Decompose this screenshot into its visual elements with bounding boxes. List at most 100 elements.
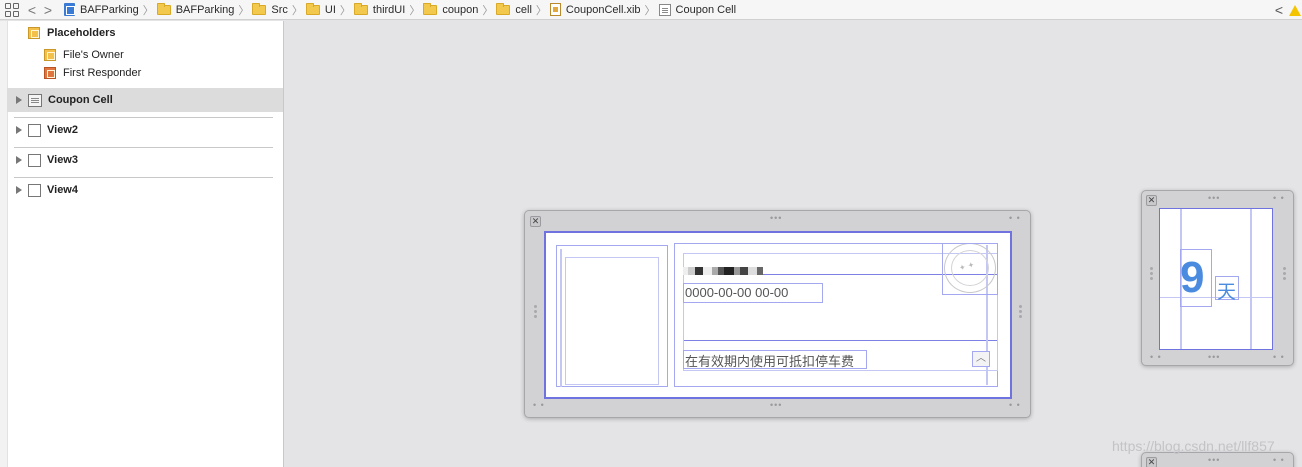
view-icon bbox=[28, 153, 41, 167]
corner-resize-dots[interactable]: • • bbox=[1273, 194, 1285, 203]
outline-item-view2[interactable]: View2 bbox=[7, 118, 283, 142]
outline-item-label: View3 bbox=[47, 154, 78, 166]
back-chevron-icon[interactable]: < bbox=[26, 3, 38, 17]
breadcrumb-label: Src bbox=[271, 3, 288, 16]
corner-resize-dots[interactable]: • • bbox=[1273, 456, 1285, 465]
close-scene-icon[interactable]: ✕ bbox=[1146, 457, 1157, 467]
ib-canvas[interactable]: ✕ ••• ••• • • • • • • ✦ ✦ 0000-00-00 00-… bbox=[285, 21, 1302, 467]
breadcrumb-label: Coupon Cell bbox=[675, 3, 737, 16]
breadcrumb-coupon-cell[interactable]: Coupon Cell bbox=[658, 0, 737, 19]
folder-icon bbox=[353, 2, 368, 15]
expand-button[interactable]: ︿ bbox=[972, 351, 990, 367]
outline-item-view4[interactable]: View4 bbox=[7, 178, 283, 202]
corner-resize-dots[interactable]: • • bbox=[1009, 214, 1021, 223]
breadcrumb-cell[interactable]: cell bbox=[496, 0, 532, 19]
placeholder-cube-icon bbox=[28, 27, 40, 39]
day-number-label: 9 bbox=[1180, 253, 1205, 302]
breadcrumb-src[interactable]: Src bbox=[252, 0, 288, 19]
related-items-grid-icon[interactable] bbox=[5, 2, 19, 17]
breadcrumb-separator-icon: 〉 bbox=[644, 4, 656, 17]
breadcrumb-ui[interactable]: UI bbox=[305, 0, 336, 19]
right-guide-line bbox=[1250, 209, 1252, 349]
stamp-image-view[interactable] bbox=[942, 243, 998, 295]
side-handle-dots[interactable] bbox=[1019, 305, 1022, 320]
breadcrumb-separator-icon: 〉 bbox=[291, 4, 303, 17]
close-scene-icon[interactable]: ✕ bbox=[1146, 195, 1157, 206]
document-outline: Placeholders File's Owner First Responde… bbox=[0, 21, 284, 467]
corner-resize-dots[interactable]: • • bbox=[1009, 401, 1021, 410]
folder-icon bbox=[423, 2, 438, 15]
outline-item-first-responder[interactable]: First Responder bbox=[44, 67, 141, 79]
outline-item-label: First Responder bbox=[63, 67, 142, 79]
disclosure-triangle-icon[interactable] bbox=[16, 126, 22, 134]
breadcrumb-group[interactable]: BAFParking bbox=[156, 0, 235, 19]
breadcrumb-separator-icon: 〉 bbox=[142, 4, 154, 17]
corner-resize-dots[interactable]: • • bbox=[1273, 353, 1285, 362]
breadcrumb-separator-icon: 〉 bbox=[238, 4, 250, 17]
xib-file-icon bbox=[549, 3, 561, 16]
breadcrumb-label: BAFParking bbox=[80, 3, 139, 16]
breadcrumb-label: cell bbox=[515, 3, 532, 16]
warning-icon[interactable] bbox=[1289, 4, 1301, 16]
left-image-view[interactable] bbox=[565, 257, 659, 385]
side-handle-dots[interactable] bbox=[534, 305, 537, 320]
drag-handle-dots[interactable]: ••• bbox=[770, 401, 782, 410]
view3-scene[interactable]: ✕ ••• • • bbox=[1141, 452, 1294, 467]
disclosure-triangle-icon[interactable] bbox=[16, 96, 22, 104]
jump-bar-right: < bbox=[1275, 0, 1302, 19]
table-cell-icon bbox=[28, 93, 42, 107]
coupon-cell-content[interactable]: ✦ ✦ 0000-00-00 00-00 在有效期内使用可抵扣停车费 ︿ bbox=[544, 231, 1012, 399]
description-label: 在有效期内使用可抵扣停车费 bbox=[685, 354, 855, 369]
view-icon bbox=[28, 183, 41, 197]
previous-issue-chevron-icon[interactable]: < bbox=[1275, 2, 1283, 18]
outline-item-label: View4 bbox=[47, 184, 78, 196]
coupon-cell-scene[interactable]: ✕ ••• ••• • • • • • • ✦ ✦ 0000-00-00 00-… bbox=[524, 210, 1031, 418]
side-handle-dots[interactable] bbox=[1283, 267, 1286, 282]
jump-bar: < > BAFParking 〉 BAFParking 〉 Src 〉 UI 〉… bbox=[0, 0, 1302, 20]
outline-item-files-owner[interactable]: File's Owner bbox=[44, 49, 124, 61]
breadcrumb-label: BAFParking bbox=[175, 3, 235, 16]
drag-handle-dots[interactable]: ••• bbox=[1208, 353, 1220, 362]
folder-icon bbox=[252, 2, 267, 15]
date-label: 0000-00-00 00-00 bbox=[685, 285, 789, 300]
placeholders-title: Placeholders bbox=[47, 27, 116, 39]
table-cell-icon bbox=[658, 3, 671, 16]
breadcrumb-label: coupon bbox=[442, 3, 479, 16]
disclosure-triangle-icon[interactable] bbox=[16, 156, 22, 164]
forward-chevron-icon[interactable]: > bbox=[42, 3, 54, 17]
breadcrumb-thirdui[interactable]: thirdUI bbox=[353, 0, 406, 19]
outline-item-coupon-cell[interactable]: Coupon Cell bbox=[7, 88, 283, 112]
day-unit-label: 天 bbox=[1217, 282, 1237, 303]
left-edge-guide bbox=[560, 249, 562, 387]
watermark-text: https://blog.csdn.net/llf857 bbox=[1112, 438, 1275, 454]
folder-icon bbox=[496, 2, 511, 15]
drag-handle-dots[interactable]: ••• bbox=[770, 214, 782, 223]
breadcrumb-xib-file[interactable]: CouponCell.xib bbox=[549, 0, 641, 19]
outline-item-label: File's Owner bbox=[63, 49, 124, 61]
chevron-up-icon: ︿ bbox=[976, 353, 986, 364]
corner-resize-dots[interactable]: • • bbox=[533, 401, 545, 410]
outline-item-label: View2 bbox=[47, 124, 78, 136]
project-icon bbox=[64, 3, 75, 16]
first-responder-cube-icon bbox=[44, 67, 56, 79]
corner-resize-dots[interactable]: • • bbox=[1150, 353, 1162, 362]
breadcrumb-coupon[interactable]: coupon bbox=[423, 0, 479, 19]
view-icon bbox=[28, 123, 41, 137]
view2-scene[interactable]: ✕ ••• ••• • • • • • • 9 天 bbox=[1141, 190, 1294, 366]
disclosure-triangle-icon[interactable] bbox=[16, 186, 22, 194]
breadcrumb-separator-icon: 〉 bbox=[535, 4, 547, 17]
xcode-interface-builder: < > BAFParking 〉 BAFParking 〉 Src 〉 UI 〉… bbox=[0, 0, 1302, 467]
close-scene-icon[interactable]: ✕ bbox=[530, 216, 541, 227]
drag-handle-dots[interactable]: ••• bbox=[1208, 194, 1220, 203]
breadcrumb-label: thirdUI bbox=[372, 3, 406, 16]
outline-item-view3[interactable]: View3 bbox=[7, 148, 283, 172]
view2-content[interactable]: 9 天 bbox=[1159, 208, 1273, 350]
breadcrumb-separator-icon: 〉 bbox=[409, 4, 421, 17]
breadcrumb-separator-icon: 〉 bbox=[482, 4, 494, 17]
drag-handle-dots[interactable]: ••• bbox=[1208, 456, 1220, 465]
side-handle-dots[interactable] bbox=[1150, 267, 1153, 282]
breadcrumb-separator-icon: 〉 bbox=[339, 4, 351, 17]
breadcrumb-project[interactable]: BAFParking bbox=[64, 0, 139, 19]
files-owner-cube-icon bbox=[44, 49, 56, 61]
breadcrumb-label: CouponCell.xib bbox=[565, 3, 641, 16]
